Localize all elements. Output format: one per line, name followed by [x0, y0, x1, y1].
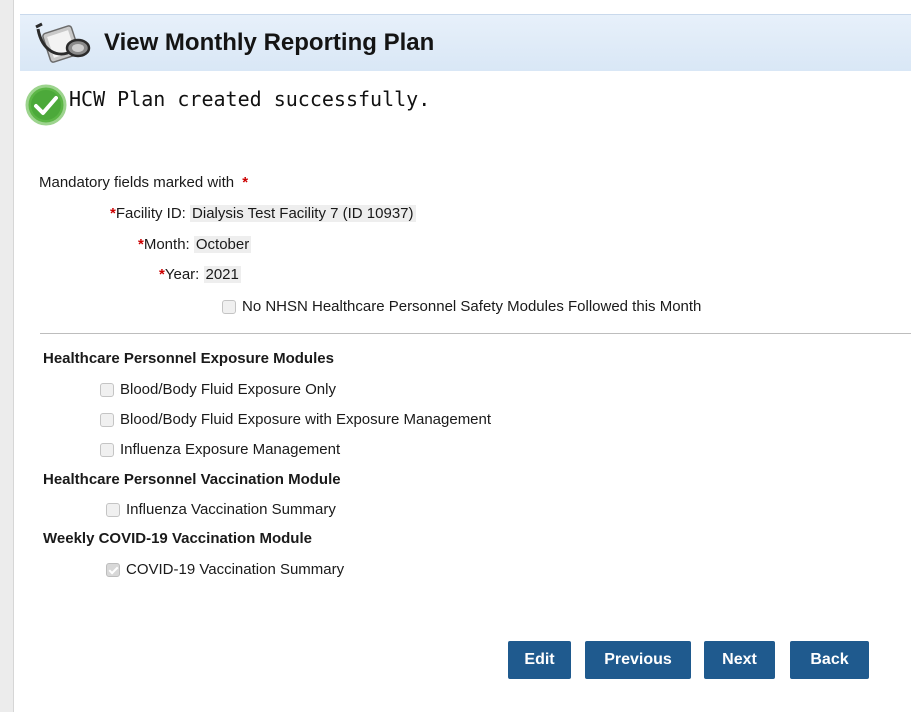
- section-divider: [40, 333, 911, 334]
- facility-row: *Facility ID: Dialysis Test Facility 7 (…: [110, 205, 416, 222]
- blood-exposure-management-label: Blood/Body Fluid Exposure with Exposure …: [120, 411, 492, 428]
- year-row: *Year: 2021: [159, 266, 241, 283]
- reporting-plan-page: View Monthly Reporting Plan HCW Plan cre…: [13, 0, 911, 712]
- no-modules-checkbox[interactable]: [222, 300, 236, 314]
- back-button[interactable]: Back: [790, 641, 869, 679]
- year-label: Year:: [164, 266, 200, 283]
- edit-button[interactable]: Edit: [508, 641, 571, 679]
- mandatory-note: Mandatory fields marked with *: [39, 174, 248, 191]
- facility-label: Facility ID:: [115, 205, 186, 222]
- mandatory-note-text: Mandatory fields marked with: [39, 174, 235, 191]
- vaccination-section-title: Healthcare Personnel Vaccination Module: [43, 471, 341, 488]
- influenza-exposure-label: Influenza Exposure Management: [120, 441, 341, 458]
- influenza-vaccination-checkbox[interactable]: [106, 503, 120, 517]
- exposure-section-title: Healthcare Personnel Exposure Modules: [43, 350, 334, 367]
- required-marker: *: [242, 174, 249, 191]
- next-button[interactable]: Next: [704, 641, 775, 679]
- month-row: *Month: October: [138, 236, 252, 253]
- influenza-vaccination-label: Influenza Vaccination Summary: [126, 501, 336, 518]
- page-title: View Monthly Reporting Plan: [104, 29, 435, 56]
- previous-button[interactable]: Previous: [585, 641, 691, 679]
- month-value: October: [193, 236, 252, 253]
- stethoscope-clipboard-icon: [35, 22, 91, 63]
- covid-section-title: Weekly COVID-19 Vaccination Module: [43, 530, 312, 547]
- left-panel-edge: [0, 0, 13, 712]
- facility-value: Dialysis Test Facility 7 (ID 10937): [190, 205, 416, 222]
- influenza-exposure-checkbox[interactable]: [100, 443, 114, 457]
- month-label: Month:: [143, 236, 190, 253]
- no-modules-label: No NHSN Healthcare Personnel Safety Modu…: [242, 298, 702, 315]
- success-message: HCW Plan created successfully.: [69, 87, 431, 111]
- covid-vaccination-label: COVID-19 Vaccination Summary: [126, 561, 345, 578]
- year-value: 2021: [203, 266, 241, 283]
- blood-exposure-only-checkbox[interactable]: [100, 383, 114, 397]
- blood-exposure-only-label: Blood/Body Fluid Exposure Only: [120, 381, 336, 398]
- blood-exposure-management-checkbox[interactable]: [100, 413, 114, 427]
- page-header: View Monthly Reporting Plan: [20, 14, 911, 71]
- check-circle-icon: [25, 84, 67, 126]
- covid-vaccination-checkbox[interactable]: [106, 563, 120, 577]
